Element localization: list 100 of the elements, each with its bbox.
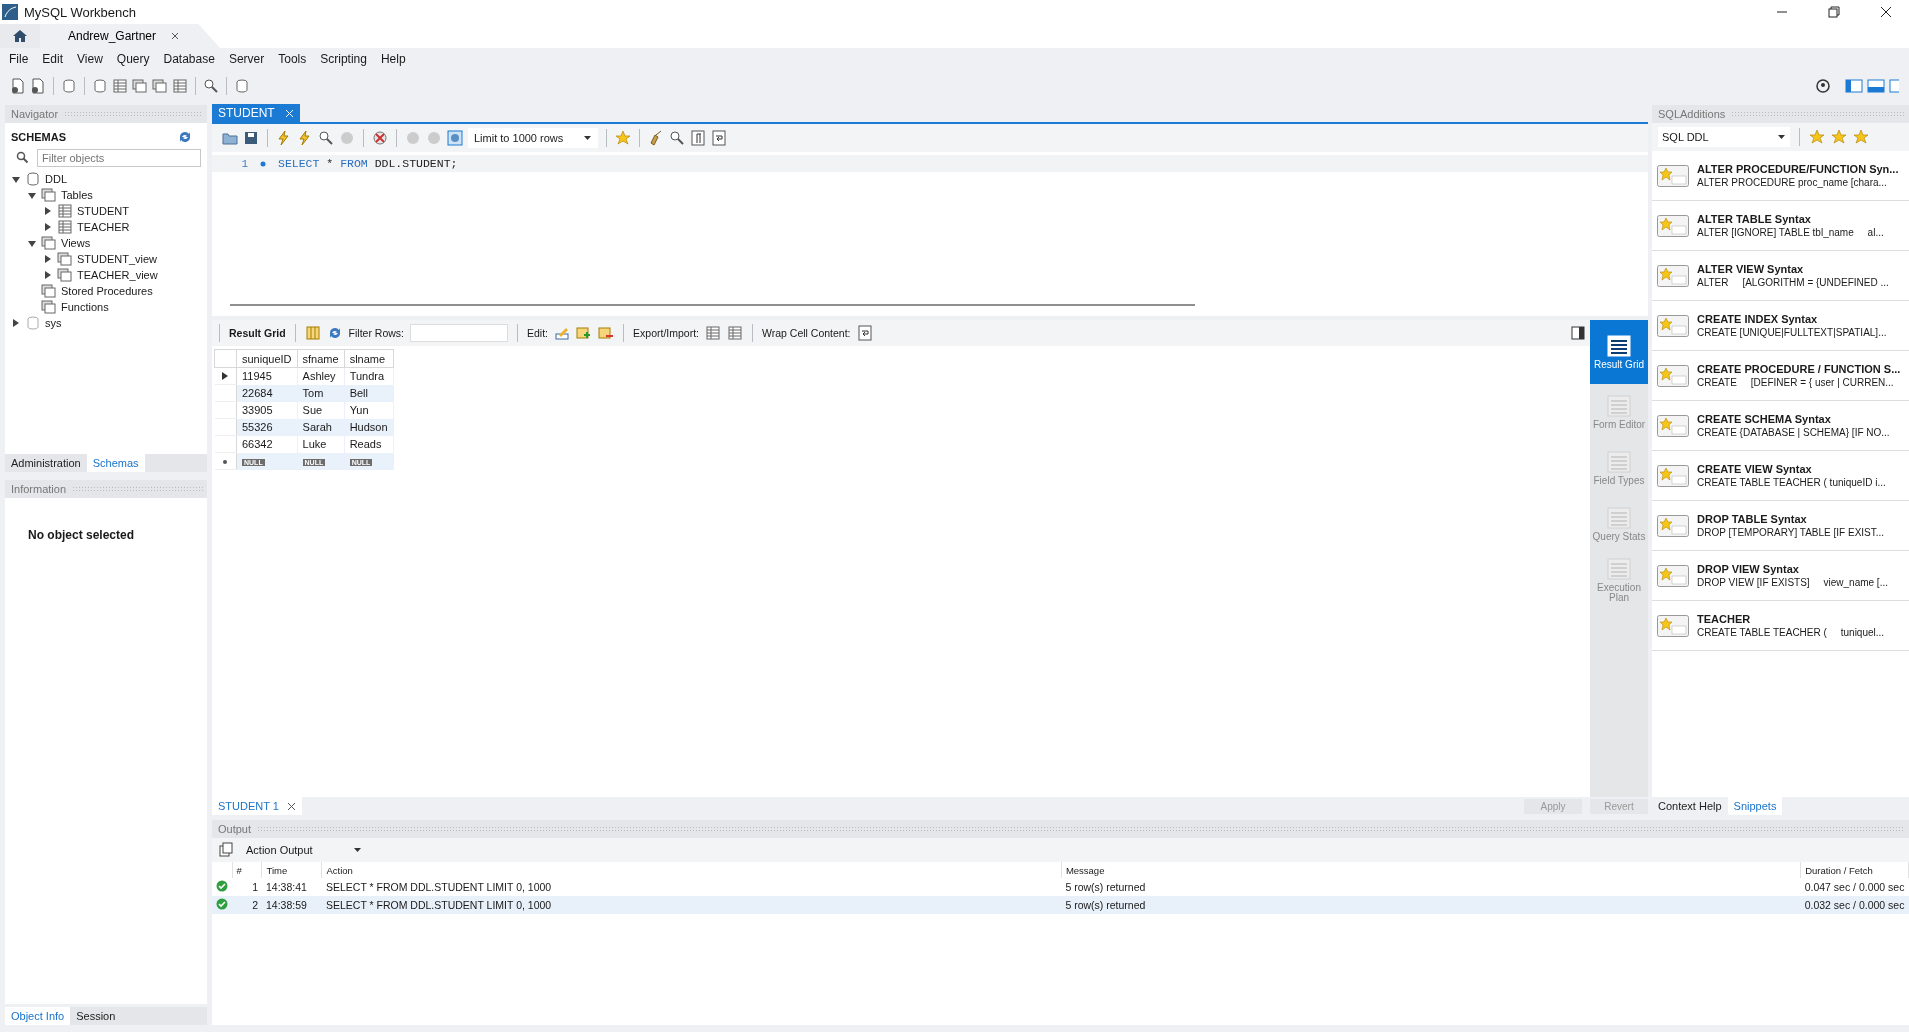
panel-tab[interactable]: Schemas <box>86 454 145 472</box>
menu-item[interactable]: Edit <box>35 52 71 66</box>
search-icon[interactable] <box>203 78 219 94</box>
stop-error-icon[interactable] <box>372 130 388 146</box>
menu-item[interactable]: View <box>70 52 110 66</box>
search-icon[interactable] <box>669 130 685 146</box>
home-button[interactable] <box>0 24 40 48</box>
snippet-item[interactable]: CREATE SCHEMA Syntax CREATE {DATABASE | SCHEMA} [IF NO... <box>1652 401 1909 451</box>
code-line: SELECT * FROM DDL.STUDENT; <box>278 157 458 170</box>
tree-item[interactable]: Stored Procedures <box>61 285 153 297</box>
snippet-item[interactable]: ALTER PROCEDURE/FUNCTION Syn... ALTER PROCEDURE proc_name [chara... <box>1652 151 1909 201</box>
star-icon[interactable] <box>1809 129 1825 145</box>
pilcrow-icon[interactable] <box>690 130 706 146</box>
table-cell: 1 <box>232 878 262 896</box>
result-view-tab[interactable]: Result Grid <box>1590 320 1648 384</box>
export-icon[interactable] <box>705 325 721 341</box>
sidebar-toggle-icon[interactable] <box>1845 78 1863 94</box>
sidebar-toggle-icon[interactable] <box>1889 78 1899 94</box>
tree-item[interactable]: TEACHER_view <box>77 269 158 281</box>
new-sql-file-icon[interactable] <box>10 78 26 94</box>
category-dropdown[interactable]: SQL DDL <box>1658 127 1790 147</box>
filter-field[interactable]: Filter objects <box>37 149 201 167</box>
panel-tab[interactable]: Object Info <box>5 1007 71 1025</box>
close-icon[interactable] <box>170 31 181 41</box>
panel-tab[interactable]: Snippets <box>1727 797 1783 815</box>
snippet-item[interactable]: DROP VIEW Syntax DROP VIEW [IF EXISTS] view_name [... <box>1652 551 1909 601</box>
expand-arrow-icon[interactable] <box>43 222 53 232</box>
edit-icon[interactable] <box>554 325 571 341</box>
section-heading: SCHEMAS <box>11 131 66 143</box>
editor-tab[interactable]: STUDENT <box>212 104 300 122</box>
tree-item[interactable]: STUDENT_view <box>77 253 158 265</box>
table-cell: 5 row(s) returned <box>1061 878 1801 896</box>
output-mode-dropdown[interactable]: Action Output <box>242 840 366 860</box>
restore-icon[interactable] <box>1826 4 1842 20</box>
delete-row-icon[interactable] <box>598 325 615 341</box>
snippet-item[interactable]: CREATE VIEW Syntax CREATE TABLE TEACHER ( tuniqueID i... <box>1652 451 1909 501</box>
tree-item[interactable]: STUDENT <box>77 205 129 217</box>
menu-item[interactable]: Scripting <box>313 52 374 66</box>
autocommit-toggle-icon[interactable] <box>447 130 463 146</box>
snippet-item[interactable]: DROP TABLE Syntax DROP [TEMPORARY] TABLE [IF EXIST... <box>1652 501 1909 551</box>
import-icon[interactable] <box>727 325 743 341</box>
star-icon[interactable] <box>615 130 631 146</box>
limit-dropdown[interactable]: Limit to 1000 rows <box>468 128 598 148</box>
save-icon[interactable] <box>243 130 259 146</box>
result-tab[interactable]: STUDENT 1 <box>212 797 302 815</box>
star-icon[interactable] <box>1831 129 1847 145</box>
expand-arrow-icon[interactable] <box>43 206 53 216</box>
snippet-item[interactable]: CREATE INDEX Syntax CREATE [UNIQUE|FULLTEXT|SPATIAL]... <box>1652 301 1909 351</box>
search-icon[interactable] <box>318 130 334 146</box>
menu-item[interactable]: Tools <box>271 52 314 66</box>
wrap-icon[interactable] <box>856 325 873 341</box>
new-table-icon[interactable] <box>112 78 128 94</box>
refresh-icon[interactable] <box>177 129 193 145</box>
collapse-arrow-icon[interactable] <box>27 238 37 248</box>
tree-item[interactable]: DDL <box>45 173 67 185</box>
close-icon[interactable] <box>1878 4 1894 20</box>
column-header[interactable]: sfname <box>297 349 345 368</box>
snippet-item[interactable]: ALTER VIEW Syntax ALTER [ALGORITHM = {UNDEFINED ... <box>1652 251 1909 301</box>
lightning-icon[interactable] <box>276 130 292 146</box>
panel-tab[interactable]: Context Help <box>1652 797 1728 815</box>
snippet-item[interactable]: TEACHER CREATE TABLE TEACHER ( tuniquel... <box>1652 601 1909 651</box>
snippet-item[interactable]: ALTER TABLE Syntax ALTER [IGNORE] TABLE tbl_name al... <box>1652 201 1909 251</box>
add-row-icon[interactable] <box>576 325 593 341</box>
panel-tab[interactable]: Administration <box>5 454 87 472</box>
copy-icon[interactable] <box>218 842 234 858</box>
tree-item[interactable]: TEACHER <box>77 221 130 233</box>
tree-item[interactable]: sys <box>45 317 62 329</box>
snippet-item[interactable]: CREATE PROCEDURE / FUNCTION S... CREATE [DEFINER = { user | CURREN... <box>1652 351 1909 401</box>
lightning-icon[interactable] <box>297 130 313 146</box>
expand-arrow-icon[interactable] <box>11 318 21 328</box>
panel-tab[interactable]: Session <box>70 1007 122 1025</box>
dropdown-caret-icon <box>354 847 362 853</box>
close-icon[interactable] <box>286 801 296 811</box>
connection-tab[interactable]: Andrew_Gartner <box>40 24 221 48</box>
column-header[interactable]: suniqueID <box>236 349 298 368</box>
expand-arrow-icon[interactable] <box>43 270 53 280</box>
menu-item[interactable]: Server <box>221 52 272 66</box>
home-icon[interactable] <box>12 28 28 44</box>
menu-item[interactable]: Help <box>373 52 413 66</box>
panel-toggle-icon[interactable] <box>1570 325 1586 341</box>
column-header[interactable]: slname <box>344 349 394 368</box>
tree-item[interactable]: Functions <box>61 301 109 313</box>
tree-item[interactable]: Views <box>61 237 91 249</box>
menu-item[interactable]: Query <box>109 52 157 66</box>
expand-arrow-icon[interactable] <box>43 254 53 264</box>
menu-item[interactable]: File <box>2 52 36 66</box>
table-cell: 0.032 sec / 0.000 sec <box>1800 896 1909 914</box>
grid-columns-icon[interactable] <box>304 325 321 341</box>
table-cell: SELECT * FROM DDL.STUDENT LIMIT 0, 1000 <box>321 878 1062 896</box>
user-circle-icon[interactable] <box>1815 78 1831 94</box>
output-toggle-icon[interactable] <box>1867 78 1885 94</box>
star-icon[interactable] <box>1853 129 1869 145</box>
filter-rows-field[interactable] <box>410 324 509 342</box>
collapse-arrow-icon[interactable] <box>11 174 21 184</box>
broom-icon[interactable] <box>648 130 664 146</box>
open-sql-file-icon[interactable] <box>30 78 46 94</box>
collapse-arrow-icon[interactable] <box>27 190 37 200</box>
menu-item[interactable]: Database <box>156 52 222 66</box>
wrap-icon[interactable] <box>711 130 727 146</box>
tree-item[interactable]: Tables <box>61 189 93 201</box>
